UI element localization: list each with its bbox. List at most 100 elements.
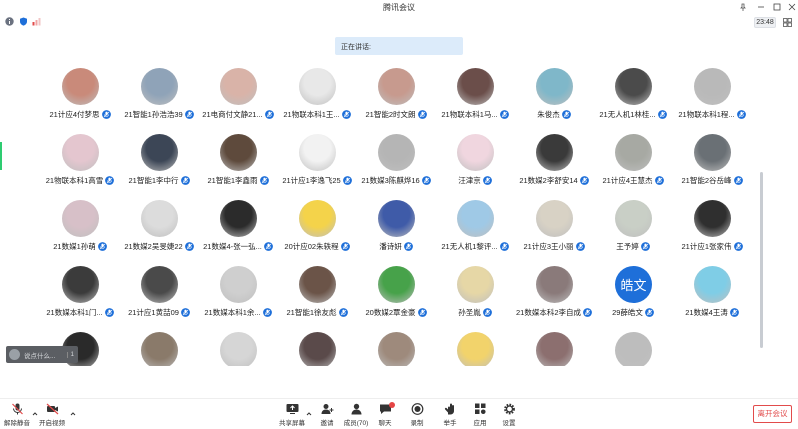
mic-status-icon bbox=[733, 175, 743, 185]
start-video-button[interactable]: 开启视频 bbox=[35, 403, 69, 429]
participant-tile[interactable]: 孙圣胤 bbox=[435, 264, 515, 332]
participant-name-row: 汪津京 bbox=[435, 174, 515, 186]
layout-grid-icon[interactable] bbox=[781, 17, 793, 28]
record-button[interactable]: 录制 bbox=[400, 403, 434, 429]
participant-tile[interactable] bbox=[514, 330, 594, 366]
mic-status-icon bbox=[657, 109, 667, 119]
camera-off-icon bbox=[46, 403, 58, 415]
participant-tile[interactable] bbox=[277, 330, 357, 366]
participant-tile[interactable]: 皓文 29薛皓文 bbox=[593, 264, 673, 332]
participant-tile[interactable]: 21计应4付梦思 bbox=[40, 66, 120, 134]
participant-tile[interactable]: 21计应4王慧杰 bbox=[593, 132, 673, 200]
participant-name-row: 21智能1李鑫雨 bbox=[198, 174, 278, 186]
participant-name: 21计应4王慧杰 bbox=[602, 175, 653, 185]
signal-icon[interactable] bbox=[32, 17, 41, 26]
grid-scrollbar[interactable] bbox=[760, 172, 763, 348]
participant-tile[interactable]: 21计应3王小丽 bbox=[514, 198, 594, 266]
participant-name: 21计应1黄喆09 bbox=[128, 307, 179, 317]
toast-count: 1 bbox=[66, 351, 78, 358]
participant-name-row: 21无人机1黎评... bbox=[435, 240, 515, 252]
participant-name: 21数媒2李舒安14 bbox=[519, 175, 578, 185]
participant-tile[interactable]: 21数媒2李舒安14 bbox=[514, 132, 594, 200]
maximize-button[interactable] bbox=[770, 1, 784, 13]
participant-tile[interactable]: 朱俊杰 bbox=[514, 66, 594, 134]
gear-icon bbox=[503, 403, 515, 415]
participant-name-row: 21数媒3陈麒烨16 bbox=[356, 174, 436, 186]
share-screen-label: 共享屏幕 bbox=[279, 420, 305, 427]
unmute-button[interactable]: 解除静音 bbox=[0, 403, 34, 429]
participant-tile[interactable]: 王予婷 bbox=[593, 198, 673, 266]
info-icon[interactable] bbox=[5, 17, 14, 26]
chat-toast[interactable]: 说点什么... 1 bbox=[6, 346, 78, 363]
participant-tile[interactable]: 21计应1黄喆09 bbox=[119, 264, 199, 332]
participant-tile[interactable]: 21电商付文静21... bbox=[198, 66, 278, 134]
participant-name-row: 21智能1孙浩浩39 bbox=[119, 108, 199, 120]
participant-tile[interactable]: 21数媒本科2李自成 bbox=[514, 264, 594, 332]
participant-avatar bbox=[378, 200, 415, 237]
participant-name-row: 孙圣胤 bbox=[435, 306, 515, 318]
participant-tile[interactable]: 21无人机1黎评... bbox=[435, 198, 515, 266]
participant-avatar bbox=[378, 68, 415, 105]
participant-tile[interactable]: 21智能2时文朗 bbox=[356, 66, 436, 134]
participant-tile[interactable]: 20数媒2覃金豪 bbox=[356, 264, 436, 332]
mic-status-icon bbox=[499, 241, 509, 251]
video-options-chevron-icon[interactable] bbox=[70, 411, 76, 417]
participant-name-row: 21计应4王慧杰 bbox=[593, 174, 673, 186]
participant-tile[interactable] bbox=[356, 330, 436, 366]
participant-name-row: 21物联本科1程... bbox=[672, 108, 752, 120]
invite-icon bbox=[321, 404, 333, 414]
participant-tile[interactable]: 汪津京 bbox=[435, 132, 515, 200]
participant-tile[interactable] bbox=[198, 330, 278, 366]
minimize-button[interactable] bbox=[754, 1, 768, 13]
members-label: 成员(70) bbox=[343, 420, 369, 427]
participant-tile[interactable]: 20计应02朱轶程 bbox=[277, 198, 357, 266]
participant-avatar bbox=[62, 134, 99, 171]
participant-tile[interactable]: 21智能1徐友彪 bbox=[277, 264, 357, 332]
participant-tile[interactable]: 21智能1李鑫雨 bbox=[198, 132, 278, 200]
participant-name-row: 21物联本科1王... bbox=[277, 108, 357, 120]
participant-avatar: 皓文 bbox=[615, 266, 652, 303]
shield-icon[interactable] bbox=[19, 17, 28, 26]
participant-tile[interactable]: 21数媒本科1门... bbox=[40, 264, 120, 332]
share-screen-icon bbox=[286, 404, 298, 414]
window-title: 腾讯会议 bbox=[383, 3, 415, 12]
participant-tile[interactable]: 21物联本科1高雪 bbox=[40, 132, 120, 200]
participant-tile[interactable]: 21数媒1孙萌 bbox=[40, 198, 120, 266]
mic-status-icon bbox=[338, 307, 348, 317]
leave-meeting-button[interactable]: 离开会议 bbox=[753, 405, 792, 423]
participant-tile[interactable]: 21智能1孙浩浩39 bbox=[119, 66, 199, 134]
participant-tile[interactable]: 21数媒4-张一弘... bbox=[198, 198, 278, 266]
participant-tile[interactable]: 21物联本科1马... bbox=[435, 66, 515, 134]
participant-tile[interactable]: 21数媒4王涛 bbox=[672, 264, 752, 332]
participant-tile[interactable]: 21计应1李逸飞25 bbox=[277, 132, 357, 200]
participant-tile[interactable]: 21数媒3陈麒烨16 bbox=[356, 132, 436, 200]
share-screen-button[interactable]: 共享屏幕 bbox=[275, 403, 309, 429]
participant-name-row: 潘诗妍 bbox=[356, 240, 436, 252]
participant-name: 21物联本科1王... bbox=[283, 109, 340, 119]
participant-name-row: 21数媒4王涛 bbox=[672, 306, 752, 318]
settings-button[interactable]: 设置 bbox=[492, 403, 526, 429]
participant-avatar bbox=[141, 200, 178, 237]
participant-tile[interactable] bbox=[119, 330, 199, 366]
pin-icon[interactable] bbox=[736, 1, 750, 13]
close-button[interactable] bbox=[785, 1, 798, 13]
participant-tile[interactable]: 21智能1李中行 bbox=[119, 132, 199, 200]
participant-avatar bbox=[457, 68, 494, 105]
participant-avatar bbox=[299, 68, 336, 105]
raise-hand-button[interactable]: 举手 bbox=[433, 403, 467, 429]
participant-tile[interactable] bbox=[593, 330, 673, 366]
participant-tile[interactable]: 21物联本科1王... bbox=[277, 66, 357, 134]
participant-tile[interactable]: 21智能2谷岳峰 bbox=[672, 132, 752, 200]
participant-tile[interactable]: 21数媒本科1余... bbox=[198, 264, 278, 332]
participant-tile[interactable] bbox=[435, 330, 515, 366]
participant-name: 21智能1李中行 bbox=[128, 175, 179, 185]
participant-tile[interactable]: 21数媒2吴旻婕22 bbox=[119, 198, 199, 266]
mic-status-icon bbox=[340, 241, 350, 251]
participant-tile[interactable]: 21计应1张家伟 bbox=[672, 198, 752, 266]
mic-status-icon bbox=[482, 307, 492, 317]
participant-tile[interactable]: 21无人机1林桂... bbox=[593, 66, 673, 134]
chat-button[interactable]: 聊天 bbox=[368, 402, 402, 429]
unmute-label: 解除静音 bbox=[4, 420, 30, 427]
participant-tile[interactable]: 潘诗妍 bbox=[356, 198, 436, 266]
participant-tile[interactable]: 21物联本科1程... bbox=[672, 66, 752, 134]
